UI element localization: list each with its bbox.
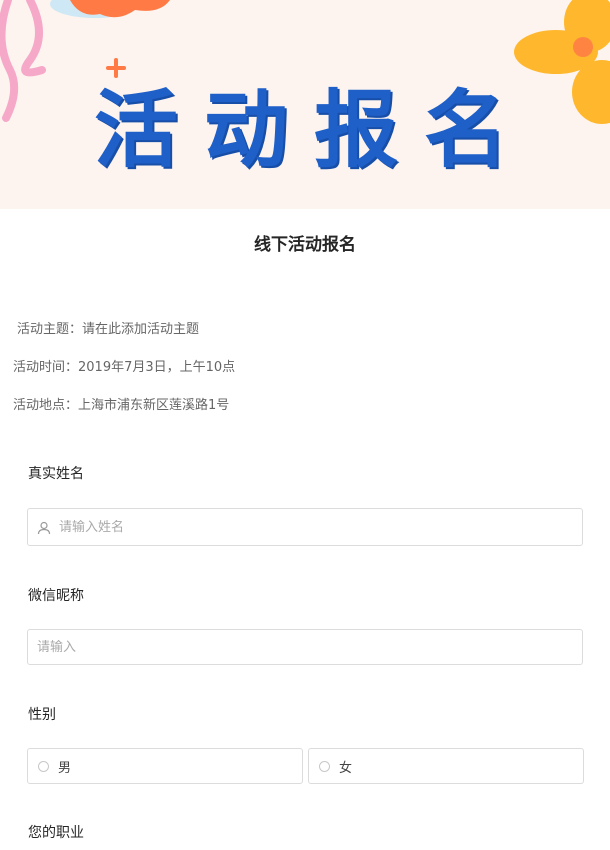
name-input[interactable] bbox=[59, 519, 559, 535]
activity-time: 活动时间：2019年7月3日，上午10点 bbox=[13, 360, 236, 375]
wechat-input[interactable] bbox=[37, 639, 537, 655]
wechat-input-box[interactable] bbox=[27, 629, 583, 665]
radio-female[interactable] bbox=[319, 760, 330, 772]
name-label: 真实姓名 bbox=[28, 466, 84, 482]
gender-option-male[interactable]: 男 bbox=[27, 748, 303, 784]
banner-title: 活动报名 bbox=[93, 81, 534, 179]
wechat-label: 微信昵称 bbox=[28, 588, 84, 604]
radio-male[interactable] bbox=[38, 760, 49, 772]
gender-label: 性别 bbox=[28, 707, 56, 723]
user-icon bbox=[37, 520, 51, 535]
job-label: 您的职业 bbox=[28, 825, 84, 841]
activity-place: 活动地点：上海市浦东新区莲溪路1号 bbox=[13, 398, 230, 413]
banner: 活动报名 bbox=[0, 0, 610, 209]
name-input-box[interactable] bbox=[27, 508, 583, 546]
form-title: 线下活动报名 bbox=[254, 235, 356, 255]
radio-male-label: 男 bbox=[58, 760, 72, 776]
activity-theme: 活动主题：请在此添加活动主题 bbox=[17, 322, 200, 337]
radio-female-label: 女 bbox=[339, 760, 353, 776]
gender-option-female[interactable]: 女 bbox=[308, 748, 584, 784]
